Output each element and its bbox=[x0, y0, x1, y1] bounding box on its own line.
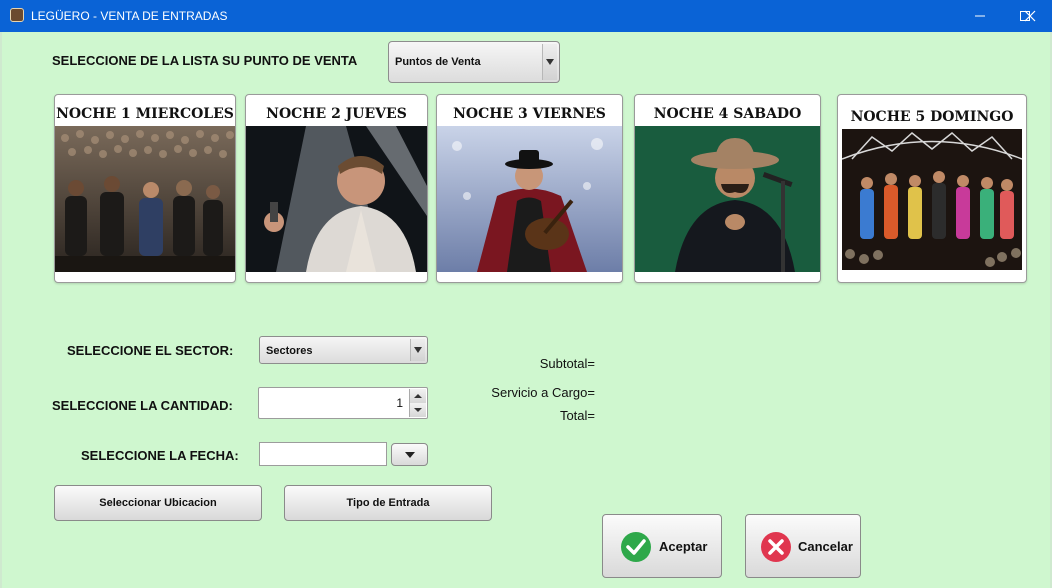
chevron-down-icon bbox=[410, 339, 425, 361]
sector-dropdown-value: Sectores bbox=[266, 345, 313, 357]
cancel-icon bbox=[761, 532, 791, 562]
pos-label: SELECCIONE DE LA LISTA SU PUNTO DE VENTA bbox=[52, 53, 358, 68]
increment-button[interactable] bbox=[409, 389, 426, 404]
night-3-title: NOCHE 3 VIERNES bbox=[453, 106, 606, 122]
title-bar: LEGÜERO - VENTA DE ENTRADAS bbox=[0, 0, 1052, 32]
service-charge-label: Servicio a Cargo= bbox=[491, 385, 595, 400]
night-2-card[interactable]: NOCHE 2 JUEVES bbox=[245, 94, 428, 283]
close-button[interactable] bbox=[1007, 0, 1052, 32]
date-picker-button[interactable] bbox=[391, 443, 428, 466]
quantity-value: 1 bbox=[396, 396, 403, 410]
chevron-up-icon bbox=[414, 394, 422, 398]
night-4-card[interactable]: NOCHE 4 SABADO bbox=[634, 94, 821, 283]
night-5-photo bbox=[842, 129, 1022, 270]
pos-dropdown-value: Puntos de Venta bbox=[395, 56, 481, 68]
night-5-card[interactable]: NOCHE 5 DOMINGO bbox=[837, 94, 1027, 283]
cancel-button[interactable]: Cancelar bbox=[745, 514, 861, 578]
chevron-down-icon bbox=[405, 452, 415, 458]
night-3-photo bbox=[437, 126, 622, 272]
main-panel: SELECCIONE DE LA LISTA SU PUNTO DE VENTA… bbox=[2, 32, 1050, 588]
quantity-label: SELECCIONE LA CANTIDAD: bbox=[52, 398, 233, 413]
night-4-photo bbox=[635, 126, 820, 272]
date-label: SELECCIONE LA FECHA: bbox=[81, 448, 239, 463]
sector-label: SELECCIONE EL SECTOR: bbox=[67, 343, 234, 358]
night-2-title: NOCHE 2 JUEVES bbox=[266, 106, 407, 122]
total-label: Total= bbox=[559, 408, 595, 423]
night-4-title: NOCHE 4 SABADO bbox=[653, 106, 802, 122]
close-icon bbox=[1024, 10, 1036, 22]
night-1-photo bbox=[55, 126, 235, 272]
ticket-type-button[interactable]: Tipo de Entrada bbox=[284, 485, 492, 521]
app-icon bbox=[10, 8, 24, 22]
chevron-down-icon bbox=[414, 408, 422, 412]
subtotal-label: Subtotal= bbox=[539, 356, 595, 371]
chevron-down-icon bbox=[542, 44, 557, 80]
sector-dropdown[interactable]: Sectores bbox=[259, 336, 428, 364]
pos-dropdown[interactable]: Puntos de Venta bbox=[388, 41, 560, 83]
window-title: LEGÜERO - VENTA DE ENTRADAS bbox=[31, 9, 228, 23]
night-1-card[interactable]: NOCHE 1 MIERCOLES bbox=[54, 94, 236, 283]
night-2-photo bbox=[246, 126, 427, 272]
night-3-card[interactable]: NOCHE 3 VIERNES bbox=[436, 94, 623, 283]
decrement-button[interactable] bbox=[409, 403, 426, 417]
select-location-button[interactable]: Seleccionar Ubicacion bbox=[54, 485, 262, 521]
night-5-title: NOCHE 5 DOMINGO bbox=[850, 109, 1014, 125]
cancel-label: Cancelar bbox=[798, 539, 853, 554]
accept-label: Aceptar bbox=[659, 539, 708, 554]
accept-button[interactable]: Aceptar bbox=[602, 514, 722, 578]
quantity-stepper[interactable]: 1 bbox=[258, 387, 428, 419]
check-icon bbox=[621, 532, 651, 562]
date-field[interactable] bbox=[259, 442, 387, 466]
night-1-title: NOCHE 1 MIERCOLES bbox=[56, 106, 234, 122]
